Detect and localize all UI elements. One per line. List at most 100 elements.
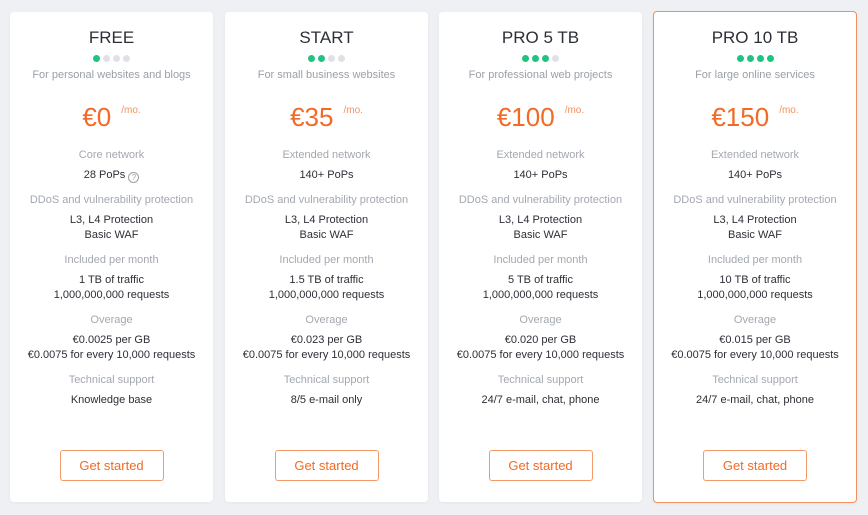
plan-price: €150 [711, 102, 770, 132]
level-dot-empty-icon [113, 55, 120, 62]
plan-price: €0 [82, 102, 112, 132]
get-started-button[interactable]: Get started [59, 450, 164, 481]
level-dot-empty-icon [103, 55, 110, 62]
overage-label: Overage [733, 314, 777, 326]
overage-values: €0.020 per GB €0.0075 for every 10,000 re… [439, 333, 642, 363]
overage-label: Overage [519, 314, 562, 326]
overage-values: €0.0025 per GB €0.0075 for every 10,000 r… [10, 333, 213, 363]
support-value: Knowledge base [70, 394, 153, 406]
level-dot-filled-icon [542, 55, 549, 62]
network-value-text: 28 PoPs [83, 169, 126, 181]
included-label: Included per month [279, 254, 374, 266]
plan-price: €100 [496, 102, 555, 132]
plan-price-row: €100 /mo. [439, 100, 642, 134]
included-values: 1.5 TB of traffic 1,000,000,000 requests [225, 273, 428, 303]
included-label: Included per month [493, 254, 588, 266]
plan-period: /mo. [564, 105, 585, 116]
support-value: 24/7 e-mail, chat, phone [481, 394, 600, 406]
level-dot-empty-icon [552, 55, 559, 62]
plan-price: €35 [290, 102, 334, 132]
network-label: Extended network [710, 149, 800, 161]
ddos-values-line: Basic WAF [728, 229, 782, 241]
included-values-line: 1,000,000,000 requests [268, 289, 385, 301]
support-value: 8/5 e-mail only [290, 394, 363, 406]
plan-period: /mo. [343, 105, 363, 116]
level-dot-filled-icon [766, 55, 774, 62]
overage-values-line: €0.0075 for every 10,000 requests [456, 349, 625, 361]
overage-values-line: €0.015 per GB [719, 334, 791, 346]
overage-values-line: €0.0075 for every 10,000 requests [242, 349, 411, 361]
plan-tagline: For personal websites and blogs [32, 69, 191, 81]
included-values-line: 1.5 TB of traffic [289, 274, 364, 286]
included-values-line: 1,000,000,000 requests [482, 289, 599, 301]
get-started-button[interactable]: Get started [274, 450, 379, 481]
plan-level-indicator [10, 55, 213, 63]
ddos-values: L3, L4 Protection Basic WAF [225, 213, 428, 243]
question-circle-icon[interactable]: ? [128, 172, 140, 183]
get-started-button[interactable]: Get started [703, 450, 807, 481]
plan-tagline: For professional web projects [468, 69, 613, 81]
ddos-values: L3, L4 Protection Basic WAF [439, 213, 642, 243]
level-dot-empty-icon [123, 55, 130, 62]
included-values-line: 1,000,000,000 requests [53, 289, 170, 301]
plan-price-row: €150 /mo. [654, 100, 856, 134]
ddos-values-line: Basic WAF [513, 229, 568, 241]
level-dot-filled-icon [522, 55, 529, 62]
level-dot-filled-icon [93, 55, 100, 62]
support-label: Technical support [497, 374, 584, 386]
network-value: 28 PoPs? [10, 168, 213, 183]
level-dot-filled-icon [532, 55, 539, 62]
plan-level-indicator [225, 55, 428, 63]
level-dot-empty-icon [338, 55, 345, 62]
ddos-values-line: L3, L4 Protection [69, 214, 154, 226]
network-value-text: 140+ PoPs [727, 169, 783, 181]
plan-name: PRO 5 TB [501, 28, 580, 47]
plan-card-pro-5-tb: PRO 5 TB For professional web projects €… [439, 12, 642, 502]
included-values: 1 TB of traffic 1,000,000,000 requests [10, 273, 213, 303]
overage-values-line: €0.0075 for every 10,000 requests [671, 349, 839, 361]
ddos-values-line: Basic WAF [84, 229, 139, 241]
network-value: 140+ PoPs [439, 168, 642, 183]
overage-values-line: €0.0025 per GB [72, 334, 151, 346]
overage-values-line: €0.0075 for every 10,000 requests [27, 349, 196, 361]
plan-price-row: €35 /mo. [225, 100, 428, 134]
included-label: Included per month [707, 254, 803, 266]
plan-level-indicator [654, 55, 856, 63]
overage-label: Overage [90, 314, 133, 326]
plan-card-start: START For small business websites €35 /m… [225, 12, 428, 502]
network-value-text: 140+ PoPs [513, 169, 568, 181]
level-dot-filled-icon [756, 55, 764, 62]
support-value: 24/7 e-mail, chat, phone [695, 394, 815, 406]
support-label: Technical support [68, 374, 155, 386]
plan-tagline: For small business websites [257, 69, 396, 81]
ddos-values: L3, L4 Protection Basic WAF [654, 213, 856, 243]
get-started-button[interactable]: Get started [488, 450, 593, 481]
network-value: 140+ PoPs [654, 168, 856, 183]
plan-level-indicator [439, 55, 642, 63]
overage-values-line: €0.023 per GB [290, 334, 363, 346]
support-label: Technical support [712, 374, 798, 386]
support-label: Technical support [283, 374, 370, 386]
included-values-line: 1 TB of traffic [78, 274, 144, 286]
level-dot-filled-icon [308, 55, 315, 62]
level-dot-empty-icon [328, 55, 335, 62]
included-values-line: 1,000,000,000 requests [697, 289, 813, 301]
included-values: 5 TB of traffic 1,000,000,000 requests [439, 273, 642, 303]
plan-name: FREE [88, 28, 135, 47]
ddos-values-line: L3, L4 Protection [498, 214, 583, 226]
ddos-label: DDoS and vulnerability protection [29, 194, 194, 206]
ddos-label: DDoS and vulnerability protection [458, 194, 623, 206]
ddos-values-line: L3, L4 Protection [284, 214, 369, 226]
included-values-line: 10 TB of traffic [719, 274, 791, 286]
plan-name: PRO 10 TB [711, 28, 799, 47]
network-label: Extended network [282, 149, 371, 161]
ddos-values: L3, L4 Protection Basic WAF [10, 213, 213, 243]
network-label: Core network [78, 149, 145, 161]
plan-period: /mo. [779, 105, 799, 116]
overage-label: Overage [305, 314, 348, 326]
plan-card-free: FREE For personal websites and blogs €0 … [10, 12, 213, 502]
level-dot-filled-icon [318, 55, 325, 62]
network-value: 140+ PoPs [225, 168, 428, 183]
level-dot-filled-icon [746, 55, 754, 62]
ddos-label: DDoS and vulnerability protection [244, 194, 409, 206]
